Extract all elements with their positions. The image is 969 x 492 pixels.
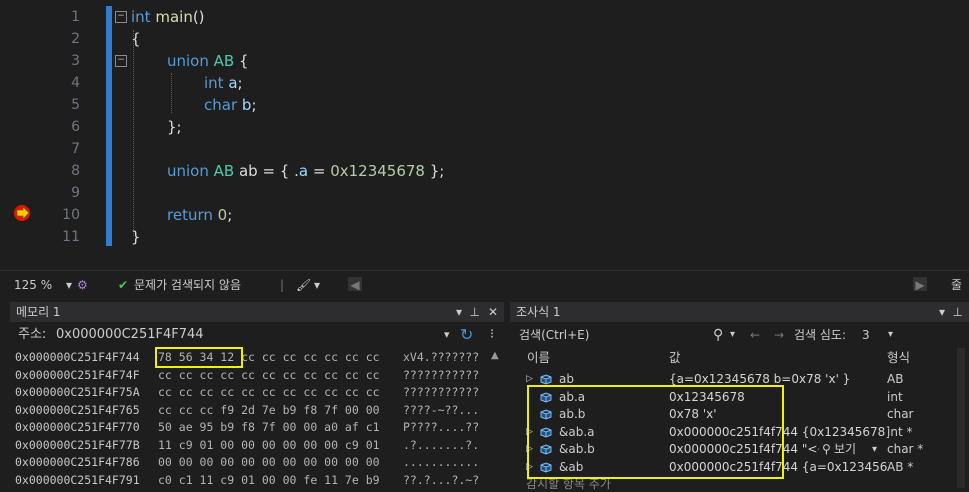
separator: | [280,278,285,292]
copilot-icon[interactable]: ⚙ [77,277,88,293]
close-icon[interactable]: ✕ [488,302,498,322]
memory-title: 메모리 1 [16,305,61,319]
code-line[interactable]: }; [167,116,182,138]
code-editor[interactable]: − − 1 int main() 2 { 3 union AB { 4 int … [0,0,969,268]
watch-title-bar[interactable]: 조사식 1 ▾ ⊥ [510,302,969,322]
line-number: 8 [71,163,80,179]
address-label: 주소: [18,327,47,342]
line-number: 2 [71,31,80,47]
code-line[interactable]: char b; [204,94,257,116]
memory-window: 메모리 1 ▾ ⊥ ✕ 주소: 0x000000C251F4F744 ▾ ↻ ⁝… [10,302,504,492]
watch-highlight-box [527,385,784,479]
code-line[interactable]: union AB ab = { .a = 0x12345678 }; [167,160,444,182]
code-line[interactable]: { [131,28,141,50]
memory-row[interactable]: 0x000000C251F4F77B 11 c9 01 00 00 00 00 0… [15,437,479,455]
memory-row[interactable]: 0x000000C251F4F74F cc cc cc cc cc cc cc c… [15,367,479,385]
chevron-down-icon[interactable]: ▾ [314,277,320,293]
scroll-left-button[interactable]: ◀ [348,277,362,292]
column-header-value[interactable]: 값 [669,348,681,368]
line-number: 3 [71,53,80,69]
search-input[interactable]: 검색(Ctrl+E) [519,324,589,346]
address-input[interactable]: 0x000000C251F4F744 [56,324,204,346]
address-bar: 주소: 0x000000C251F4F744 ▾ ↻ ⁝ [10,324,504,346]
memory-row[interactable]: 0x000000C251F4F744 78 56 34 12 cc cc cc c… [15,349,479,367]
code-line[interactable]: } [131,226,141,248]
scrollbar[interactable] [957,348,965,488]
check-circle-icon: ✔ [118,278,129,292]
chevron-down-icon[interactable]: ▾ [888,324,893,346]
chevron-down-icon[interactable]: ▾ [456,302,462,322]
line-number: 11 [62,229,80,245]
chevron-down-icon[interactable]: ▾ [66,277,72,293]
search-icon[interactable]: ⚲ [822,441,831,459]
code-line[interactable]: return 0; [167,204,232,226]
column-header-type[interactable]: 형식 [887,348,910,368]
zoom-level[interactable]: 125 % [14,277,52,293]
search-depth-label: 검색 심도: [794,328,847,342]
editor-status-bar: 125 % ▾ ⚙ ✔ 문제가 검색되지 않음 | 🖌 ▾ ◀ ▶ 줄 [0,270,969,299]
variable-icon [540,374,552,385]
memory-row[interactable]: 0x000000C251F4F786 00 00 00 00 00 00 00 0… [15,454,479,472]
chevron-down-icon[interactable]: ▾ [872,441,877,459]
more-options-icon[interactable]: ⁝ [490,324,494,346]
line-number: 6 [71,119,80,135]
search-icon[interactable]: ⚲ [713,324,723,346]
memory-highlight-box [155,347,243,368]
memory-title-bar[interactable]: 메모리 1 ▾ ⊥ ✕ [10,302,504,322]
code-line[interactable]: union AB { [167,50,249,72]
issues-status[interactable]: 문제가 검색되지 않음 [134,277,241,293]
scroll-right-button[interactable]: ▶ [913,277,927,292]
search-depth-select[interactable]: 3 [862,324,870,346]
refresh-icon[interactable]: ↻ [460,324,473,346]
column-header-name[interactable]: 이름 [527,348,550,368]
watch-title: 조사식 1 [516,305,561,319]
code-line[interactable]: int a; [204,72,243,94]
chevron-down-icon[interactable]: ▾ [730,324,735,346]
chevron-down-icon[interactable]: ▾ [444,324,450,346]
watch-header: 이름 값 형식 [510,348,969,368]
line-number: 9 [71,185,80,201]
line-number: 1 [71,9,80,25]
scroll-up-icon[interactable]: ▲ [491,350,499,361]
code-line[interactable]: int main() [131,6,205,28]
pin-icon[interactable]: ⊥ [953,302,963,322]
memory-row[interactable]: 0x000000C251F4F791 c0 c1 11 c9 01 00 00 f… [15,472,479,490]
arrow-left-icon[interactable]: ← [750,324,760,346]
memory-row[interactable]: 0x000000C251F4F75A cc cc cc cc cc cc cc c… [15,384,479,402]
chevron-down-icon[interactable]: ▾ [939,302,945,322]
memory-row[interactable]: 0x000000C251F4F765 cc cc cc f9 2d 7e b9 f… [15,402,479,420]
line-number: 10 [62,207,80,223]
arrow-right-icon[interactable]: → [774,324,784,346]
pin-icon[interactable]: ⊥ [470,302,480,322]
watch-toolbar: 검색(Ctrl+E) ⚲ ▾ ← → 검색 심도: 3 ▾ [510,324,969,346]
memory-row[interactable]: 0x000000C251F4F770 50 ae 95 b9 f8 7f 00 0… [15,419,479,437]
line-number: 7 [71,141,80,157]
line-indicator: 줄 [951,278,963,292]
visualizer-button[interactable]: 보기 [834,441,856,459]
watch-window: 조사식 1 ▾ ⊥ 검색(Ctrl+E) ⚲ ▾ ← → 검색 심도: 3 ▾ … [510,302,969,492]
line-number: 4 [71,75,80,91]
brush-icon[interactable]: 🖌 [296,277,311,293]
line-number: 5 [71,97,80,113]
